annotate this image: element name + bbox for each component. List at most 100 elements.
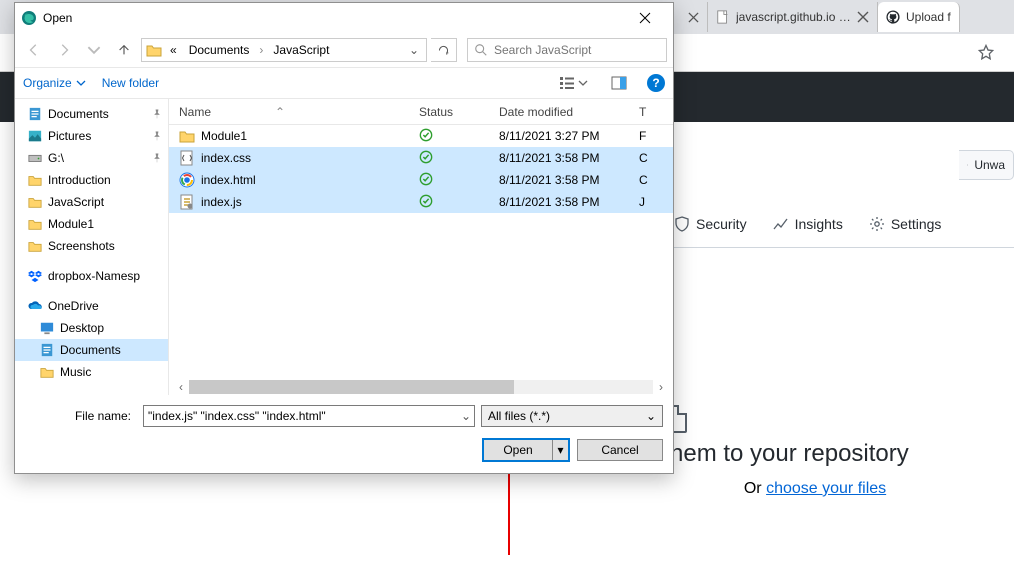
dialog-toolbar: Organize New folder ? — [15, 67, 673, 99]
nav-tree[interactable]: DocumentsPicturesG:\IntroductionJavaScri… — [15, 99, 169, 395]
file-date-cell: 8/11/2021 3:58 PM — [499, 195, 639, 209]
forward-button[interactable] — [51, 38, 77, 62]
address-bar[interactable]: « Documents › JavaScript ⌄ — [141, 38, 427, 62]
folder-icon — [27, 195, 43, 209]
open-button[interactable]: Open ▾ — [483, 439, 569, 461]
search-input[interactable] — [494, 43, 660, 57]
folder-icon — [27, 217, 43, 231]
scroll-left-button[interactable]: ‹ — [173, 379, 189, 395]
tree-item[interactable]: JavaScript — [15, 191, 168, 213]
file-status-cell — [419, 150, 499, 167]
tree-item[interactable]: Screenshots — [15, 235, 168, 257]
view-mode-button[interactable] — [555, 72, 591, 94]
tree-item[interactable]: Module1 — [15, 213, 168, 235]
tree-label: OneDrive — [48, 299, 99, 313]
file-name: index.js — [201, 195, 242, 209]
col-type[interactable]: T — [639, 105, 673, 119]
tree-label: dropbox-Namesp — [48, 269, 140, 283]
browser-tab-learnjs[interactable]: javascript.github.io | Learn Ja — [708, 2, 878, 32]
scroll-track[interactable] — [189, 380, 653, 394]
open-dropdown[interactable]: ▾ — [552, 440, 568, 460]
tree-item[interactable]: Desktop — [15, 317, 168, 339]
file-name-dropdown[interactable]: ⌄ — [458, 409, 474, 423]
tree-item[interactable]: Music — [15, 361, 168, 383]
tree-dropbox[interactable]: dropbox-Namesp — [15, 265, 168, 287]
crumb-javascript[interactable]: JavaScript — [269, 43, 333, 57]
tab-label: Security — [696, 216, 747, 232]
tab-settings[interactable]: Settings — [869, 216, 942, 232]
tree-item[interactable]: Introduction — [15, 169, 168, 191]
drop-area[interactable]: hem to your repository Or choose your fi… — [670, 440, 1010, 498]
crumb-overflow[interactable]: « — [166, 43, 181, 57]
up-button[interactable] — [111, 38, 137, 62]
arrow-left-icon — [27, 43, 41, 57]
file-status-cell — [419, 194, 499, 211]
choose-files-link[interactable]: choose your files — [766, 480, 886, 497]
github-icon — [886, 10, 900, 24]
file-name-cell: Module1 — [169, 128, 419, 144]
synced-icon — [419, 150, 433, 164]
col-status[interactable]: Status — [419, 105, 499, 119]
refresh-button[interactable] — [431, 38, 457, 62]
tree-item[interactable]: Documents — [15, 339, 168, 361]
tree-label: Documents — [60, 343, 121, 357]
new-folder-button[interactable]: New folder — [102, 76, 159, 90]
organize-label: Organize — [23, 76, 72, 90]
tree-item[interactable]: Documents — [15, 103, 168, 125]
unwatch-button[interactable]: Unwa — [959, 150, 1014, 180]
file-type-cell: F — [639, 129, 673, 143]
file-name-cell: index.js — [169, 194, 419, 210]
browser-tab-upload[interactable]: Upload f — [878, 2, 960, 32]
tab-security[interactable]: Security — [674, 216, 747, 232]
tree-label: JavaScript — [48, 195, 104, 209]
or-text: Or — [744, 480, 766, 497]
chevron-down-icon — [87, 43, 101, 57]
file-row[interactable]: Module18/11/2021 3:27 PMF — [169, 125, 673, 147]
file-type-filter[interactable]: All files (*.*) ⌄ — [481, 405, 663, 427]
tree-onedrive[interactable]: OneDrive — [15, 295, 168, 317]
crumb-documents[interactable]: Documents — [185, 43, 254, 57]
column-headers[interactable]: Name⌃ Status Date modified T — [169, 99, 673, 125]
tree-item[interactable]: G:\ — [15, 147, 168, 169]
recent-button[interactable] — [81, 38, 107, 62]
drive-icon — [27, 151, 43, 165]
dialog-titlebar: Open — [15, 3, 673, 33]
horizontal-scrollbar[interactable]: ‹ › — [173, 379, 669, 395]
scroll-right-button[interactable]: › — [653, 379, 669, 395]
tree-label: G:\ — [48, 151, 64, 165]
file-name-input[interactable] — [144, 409, 458, 423]
browser-tab-prev-close[interactable] — [680, 2, 708, 32]
close-button[interactable] — [623, 3, 667, 33]
file-date-cell: 8/11/2021 3:58 PM — [499, 151, 639, 165]
preview-pane-button[interactable] — [607, 72, 631, 94]
close-icon[interactable] — [857, 11, 869, 23]
documents-icon — [39, 343, 55, 357]
scroll-thumb[interactable] — [189, 380, 514, 394]
annotation-arrow — [508, 465, 510, 555]
file-name-field[interactable]: ⌄ — [143, 405, 475, 427]
file-row[interactable]: index.html8/11/2021 3:58 PMC — [169, 169, 673, 191]
cancel-button[interactable]: Cancel — [577, 439, 663, 461]
file-row[interactable]: index.css8/11/2021 3:58 PMC — [169, 147, 673, 169]
pin-icon — [152, 153, 162, 163]
file-type-cell: J — [639, 195, 673, 209]
sort-indicator-icon: ⌃ — [275, 105, 285, 119]
file-row[interactable]: index.js 8/11/2021 3:58 PMJ — [169, 191, 673, 213]
dialog-title: Open — [43, 11, 623, 25]
favorite-icon[interactable] — [976, 43, 996, 63]
col-date[interactable]: Date modified — [499, 105, 639, 119]
eye-icon — [967, 157, 968, 173]
tree-item[interactable]: Pictures — [15, 125, 168, 147]
organize-button[interactable]: Organize — [23, 76, 86, 90]
tab-insights[interactable]: Insights — [773, 216, 843, 232]
desktop-icon — [39, 321, 55, 335]
file-date-cell: 8/11/2021 3:58 PM — [499, 173, 639, 187]
file-name-label: File name: — [25, 409, 137, 423]
back-button[interactable] — [21, 38, 47, 62]
address-dropdown[interactable]: ⌄ — [406, 43, 422, 57]
col-name[interactable]: Name⌃ — [169, 105, 419, 119]
search-field[interactable] — [467, 38, 667, 62]
help-button[interactable]: ? — [647, 74, 665, 92]
shield-icon — [674, 216, 690, 232]
chevron-down-icon: ⌄ — [646, 409, 656, 423]
